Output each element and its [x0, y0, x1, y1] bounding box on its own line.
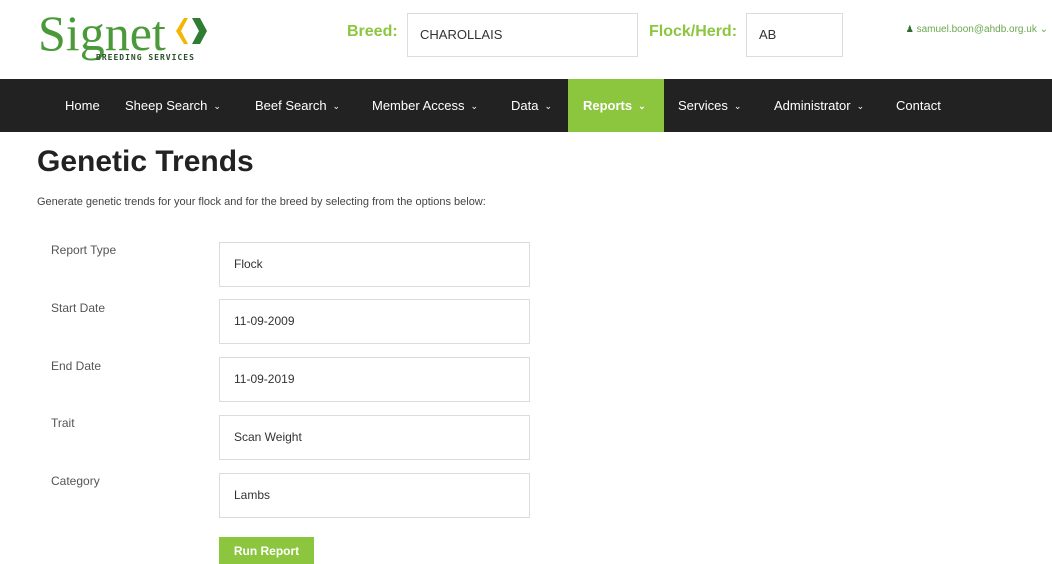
nav-label: Sheep Search — [125, 98, 208, 113]
flock-herd-label: Flock/Herd: — [649, 23, 738, 40]
start-date-input[interactable]: 11-09-2009 — [219, 299, 530, 344]
breed-field[interactable]: CHAROLLAIS — [407, 13, 638, 57]
nav-label: Services — [678, 98, 728, 113]
user-icon: ♟ — [905, 24, 914, 34]
nav-contact[interactable]: Contact — [896, 79, 941, 132]
category-label: Category — [51, 474, 100, 488]
nav-label: Beef Search — [255, 98, 327, 113]
nav-member-access[interactable]: Member Access ⌄ — [372, 79, 478, 132]
nav-label: Data — [511, 98, 539, 113]
breed-label: Breed: — [347, 23, 398, 40]
end-date-input[interactable]: 11-09-2019 — [219, 357, 530, 402]
nav-reports[interactable]: Reports ⌄ — [568, 79, 664, 132]
nav-beef-search[interactable]: Beef Search ⌄ — [255, 79, 340, 132]
nav-label: Administrator — [774, 98, 851, 113]
nav-label: Member Access — [372, 98, 465, 113]
report-type-label: Report Type — [51, 243, 117, 257]
signet-logo[interactable]: Signet BREEDING SERVICES — [38, 8, 218, 68]
nav-services[interactable]: Services ⌄ — [678, 79, 741, 132]
user-menu[interactable]: ♟ samuel.boon@ahdb.org.uk ⌄ — [906, 24, 1048, 35]
trait-select[interactable]: Scan Weight — [219, 415, 530, 460]
nav-label: Contact — [896, 98, 941, 113]
nav-home[interactable]: Home — [65, 79, 100, 132]
nav-sheep-search[interactable]: Sheep Search ⌄ — [125, 79, 221, 132]
flock-herd-field[interactable]: AB — [746, 13, 843, 57]
chevron-down-icon: ⌄ — [856, 101, 865, 111]
trait-label: Trait — [51, 416, 75, 430]
chevron-down-icon: ⌄ — [213, 101, 221, 111]
category-select[interactable]: Lambs — [219, 473, 530, 518]
chevron-down-icon: ⌄ — [332, 101, 341, 111]
logo-wordmark: Signet — [38, 5, 166, 61]
report-type-select[interactable]: Flock — [219, 242, 530, 287]
start-date-label: Start Date — [51, 301, 106, 315]
main-nav: Home Sheep Search ⌄ Beef Search ⌄ Member A… — [0, 79, 1052, 132]
user-email: samuel.boon@ahdb.org.uk — [916, 24, 1037, 35]
nav-label: Reports — [583, 98, 633, 113]
chevron-down-icon: ⌄ — [638, 101, 646, 111]
page-intro: Generate genetic trends for your flock a… — [37, 196, 486, 208]
logo-chevrons-icon — [176, 18, 207, 44]
chevron-down-icon: ⌄ — [733, 101, 742, 111]
logo-subtext: BREEDING SERVICES — [96, 53, 195, 62]
chevron-down-icon: ⌄ — [544, 101, 553, 111]
run-report-button[interactable]: Run Report — [219, 537, 314, 564]
chevron-down-icon: ⌄ — [1039, 24, 1048, 35]
site-header: Signet BREEDING SERVICES Breed: CHAROLLA… — [0, 0, 1052, 79]
nav-administrator[interactable]: Administrator ⌄ — [774, 79, 864, 132]
nav-label: Home — [65, 98, 100, 113]
end-date-label: End Date — [51, 359, 102, 373]
page-title: Genetic Trends — [37, 145, 254, 178]
nav-data[interactable]: Data ⌄ — [511, 79, 552, 132]
chevron-down-icon: ⌄ — [470, 101, 479, 111]
